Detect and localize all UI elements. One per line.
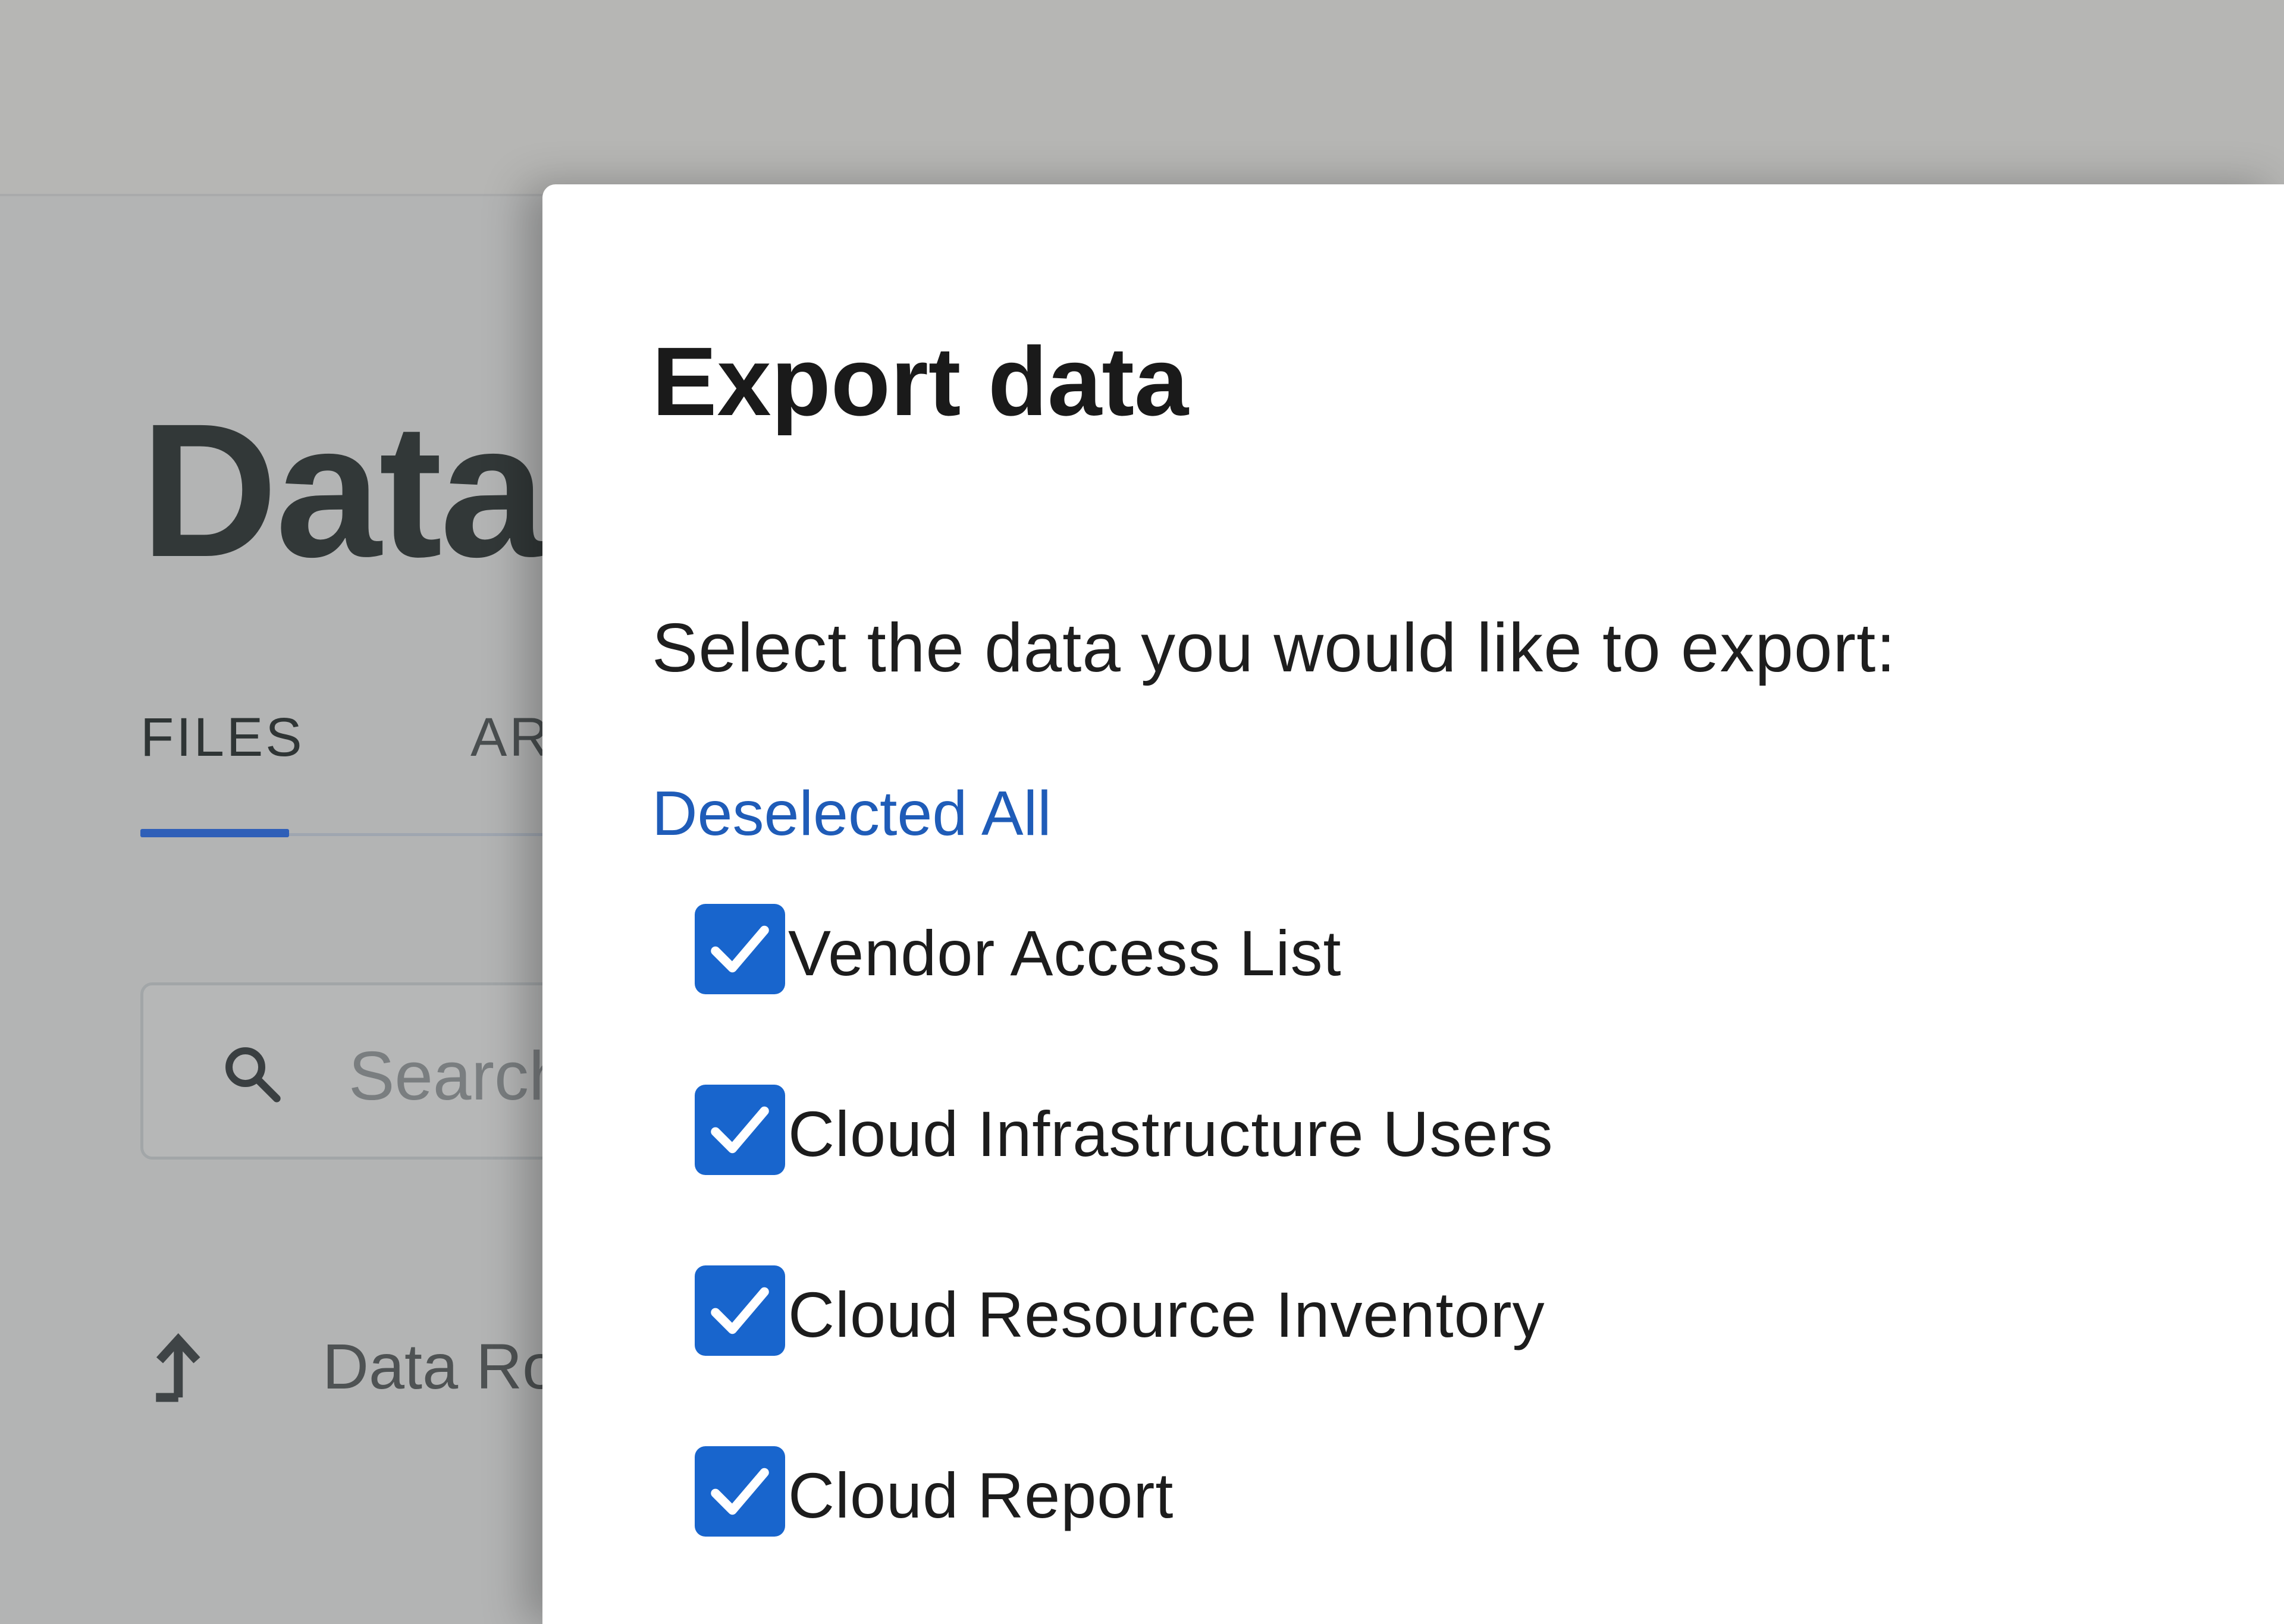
checkbox[interactable] — [695, 1265, 785, 1356]
search-input[interactable]: Search — [349, 1036, 567, 1116]
export-options-list: Vendor Access List Cloud Infrastructure … — [695, 904, 2182, 1624]
export-option-cloud-resource-inventory[interactable]: Cloud Resource Inventory — [695, 1265, 2182, 1446]
search-icon — [225, 1047, 281, 1102]
export-data-dialog: Export data Select the data you would li… — [542, 184, 2284, 1624]
checkmark-icon — [711, 925, 769, 973]
checkmark-icon — [711, 1287, 769, 1334]
checkmark-icon — [711, 1106, 769, 1154]
deselect-all-link[interactable]: Deselected All — [652, 778, 1052, 850]
dialog-prompt: Select the data you would like to export… — [652, 609, 1896, 686]
tab-archive[interactable]: AR — [470, 706, 551, 769]
checkmark-icon — [711, 1468, 769, 1515]
dialog-title: Export data — [652, 327, 1189, 436]
export-option-cloud-report[interactable]: Cloud Report — [695, 1446, 2182, 1624]
active-tab-indicator — [140, 829, 289, 837]
app-root: Data FILES AR Search Data Ro Export data… — [0, 0, 2284, 1624]
checkbox-label: Cloud Report — [788, 1459, 1174, 1531]
list-item-label: Data Ro — [322, 1330, 559, 1402]
export-option-vendor-access-list[interactable]: Vendor Access List — [695, 904, 2182, 1085]
checkbox-label: Cloud Infrastructure Users — [788, 1098, 1554, 1170]
export-option-cloud-infrastructure-users[interactable]: Cloud Infrastructure Users — [695, 1085, 2182, 1265]
checkbox[interactable] — [695, 1446, 785, 1537]
page-title: Data — [140, 384, 546, 596]
checkbox-label: Vendor Access List — [788, 917, 1342, 989]
checkbox[interactable] — [695, 1085, 785, 1175]
checkbox[interactable] — [695, 904, 785, 994]
top-bar — [0, 0, 2284, 196]
tab-files[interactable]: FILES — [140, 706, 305, 769]
checkbox-label: Cloud Resource Inventory — [788, 1279, 1545, 1350]
upload-arrow-icon — [156, 1333, 200, 1402]
